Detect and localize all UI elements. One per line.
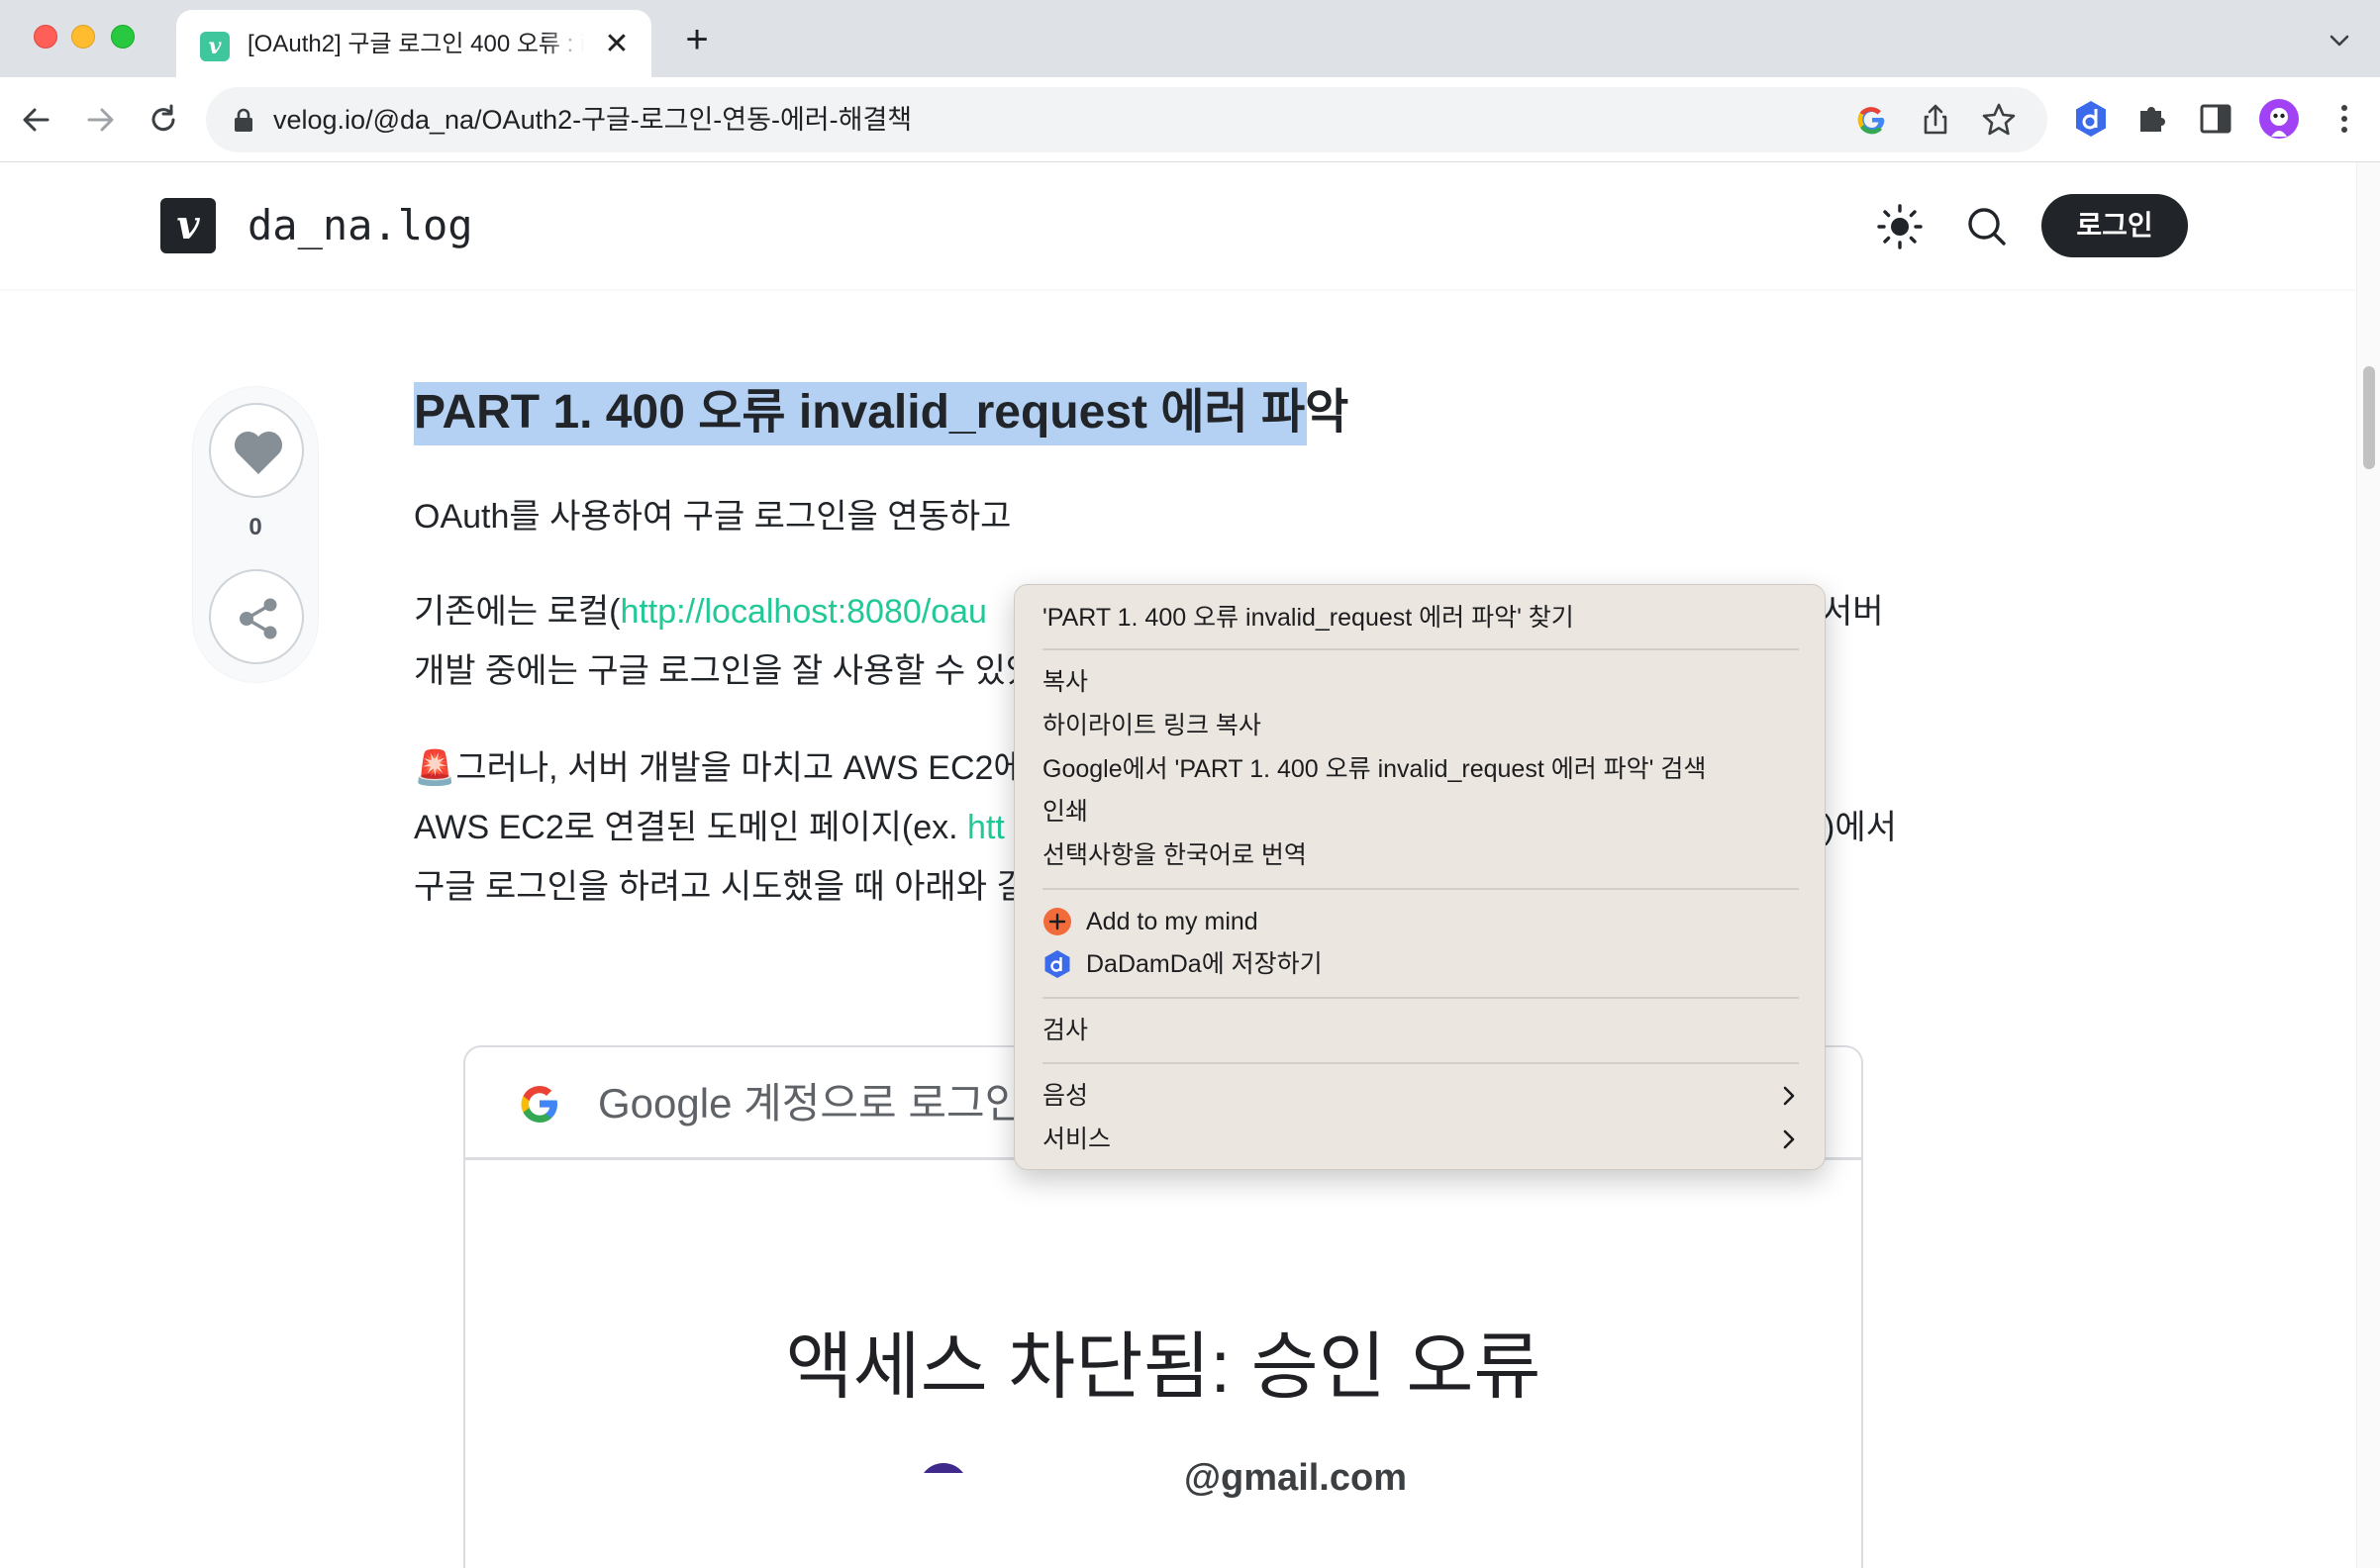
- browser-tab-bar: v [OAuth2] 구글 로그인 400 오류 : invalid_reque…: [0, 0, 2380, 77]
- menu-item-inspect[interactable]: 검사: [1042, 1010, 1088, 1051]
- paragraph-text: AWS EC2로 연결된 도메인 페이지(ex.: [414, 809, 968, 846]
- menu-item-speech[interactable]: 음성: [1042, 1075, 1088, 1117]
- side-panel-icon[interactable]: [2194, 97, 2237, 141]
- share-nodes-icon: [240, 598, 277, 639]
- google-g-logo-icon: [521, 1086, 557, 1123]
- like-count: 0: [248, 514, 262, 540]
- tab-search-chevron-icon[interactable]: [2325, 26, 2354, 55]
- menu-separator: [1042, 888, 1799, 890]
- browser-toolbar: velog.io/@da_na/OAuth2-구글-로그인-연동-에러-해결책: [0, 77, 2380, 162]
- reload-icon[interactable]: [141, 97, 186, 143]
- zoom-window-button[interactable]: [111, 25, 135, 49]
- address-bar[interactable]: velog.io/@da_na/OAuth2-구글-로그인-연동-에러-해결책: [206, 87, 2047, 152]
- domain-link[interactable]: htt: [967, 809, 1005, 846]
- menu-item-copy-highlight-link[interactable]: 하이라이트 링크 복사: [1042, 705, 1261, 746]
- heart-icon: [234, 431, 283, 474]
- menu-item-dadamda-save[interactable]: DaDamDa에 저장하기: [1086, 943, 1323, 985]
- theme-toggle-sun-icon[interactable]: [1875, 202, 1925, 251]
- velog-favicon-icon: v: [200, 32, 230, 61]
- search-icon[interactable]: [1962, 202, 2012, 251]
- profile-avatar-icon[interactable]: [2257, 97, 2301, 141]
- chevron-right-icon: [1783, 1129, 1795, 1149]
- forward-arrow-icon[interactable]: [77, 97, 123, 143]
- site-header: v da_na.log 로그인: [0, 162, 2356, 289]
- menu-separator: [1042, 1062, 1799, 1064]
- account-email: @gmail.com: [1184, 1457, 1407, 1499]
- post-action-panel: 0: [192, 386, 319, 683]
- blog-name-link[interactable]: da_na.log: [248, 198, 473, 253]
- minimize-window-button[interactable]: [71, 25, 95, 49]
- google-lens-icon[interactable]: [1853, 101, 1891, 139]
- menu-item-print[interactable]: 인쇄: [1042, 791, 1088, 833]
- bookmark-star-icon[interactable]: [1980, 101, 2018, 139]
- menu-item-find[interactable]: 'PART 1. 400 오류 invalid_request 에러 파악' 찾…: [1042, 597, 1574, 638]
- browser-tab-active[interactable]: v [OAuth2] 구글 로그인 400 오류 : invalid_reque…: [176, 10, 651, 77]
- web-page: v da_na.log 로그인 0 PART 1. 400 오류 invalid…: [0, 162, 2380, 1568]
- context-menu: 'PART 1. 400 오류 invalid_request 에러 파악' 찾…: [1014, 584, 1826, 1170]
- share-icon[interactable]: [1917, 101, 1954, 139]
- paragraph-3-line-2: AWS EC2로 연결된 도메인 페이지(ex. htt: [414, 798, 1005, 857]
- scrollbar-thumb[interactable]: [2363, 366, 2375, 469]
- menu-item-copy[interactable]: 복사: [1042, 661, 1088, 703]
- paragraph-text: 기존에는 로컬(: [414, 593, 621, 631]
- paragraph-3-line-3: 구글 로그인을 하려고 시도했을 때 아래와 길: [414, 868, 1028, 906]
- access-blocked-heading: 액세스 차단됨: 승인 오류: [785, 1325, 1541, 1408]
- paragraph-2-line-1: 기존에는 로컬(http://localhost:8080/oau: [414, 582, 987, 641]
- menu-item-services[interactable]: 서비스: [1042, 1119, 1111, 1160]
- share-button[interactable]: [209, 569, 304, 664]
- dadamda-extension-icon[interactable]: [2069, 97, 2113, 141]
- back-arrow-icon[interactable]: [14, 97, 59, 143]
- login-button[interactable]: 로그인: [2041, 194, 2188, 257]
- page-scrollbar[interactable]: [2356, 162, 2380, 1568]
- velog-logo-icon[interactable]: v: [160, 198, 216, 253]
- chevron-right-icon: [1783, 1086, 1795, 1106]
- paragraph-3-line-1: 🚨그러나, 서버 개발을 마치고 AWS EC2에: [414, 749, 1025, 787]
- close-window-button[interactable]: [34, 25, 57, 49]
- google-card-title: Google 계정으로 로그인: [598, 1080, 1024, 1127]
- post-section-heading: PART 1. 400 오류 invalid_request 에러 파악: [414, 386, 1349, 439]
- tab-close-icon[interactable]: ✕: [602, 30, 632, 59]
- browser-menu-icon[interactable]: [2323, 97, 2366, 141]
- paragraph-2-line-2: 개발 중에는 구글 로그인을 잘 사용할 수 있었: [414, 652, 1038, 690]
- redaction-mask: [901, 1473, 1000, 1532]
- add-plus-circle-icon: [1043, 908, 1071, 935]
- like-button[interactable]: [209, 403, 304, 498]
- dadamda-icon: [1044, 950, 1070, 978]
- menu-item-translate[interactable]: 선택사항을 한국어로 번역: [1042, 834, 1307, 876]
- menu-item-search-google[interactable]: Google에서 'PART 1. 400 오류 invalid_request…: [1042, 748, 1706, 790]
- menu-separator: [1042, 997, 1799, 999]
- url-text: velog.io/@da_na/OAuth2-구글-로그인-연동-에러-해결책: [273, 105, 913, 135]
- tab-title: [OAuth2] 구글 로그인 400 오류 : invalid_request: [248, 31, 584, 57]
- menu-separator: [1042, 648, 1799, 650]
- paragraph-1: OAuth를 사용하여 구글 로그인을 연동하고: [414, 498, 1012, 536]
- extensions-puzzle-icon[interactable]: [2131, 97, 2174, 141]
- menu-item-add-to-my-mind[interactable]: Add to my mind: [1086, 901, 1258, 942]
- paragraph-3-line-2-end: )에서: [1824, 809, 1897, 846]
- lock-icon[interactable]: [232, 107, 255, 133]
- paragraph-2-line-1-end: 서버: [1822, 593, 1884, 631]
- new-tab-button[interactable]: +: [677, 20, 717, 59]
- localhost-link[interactable]: http://localhost:8080/oau: [620, 593, 987, 631]
